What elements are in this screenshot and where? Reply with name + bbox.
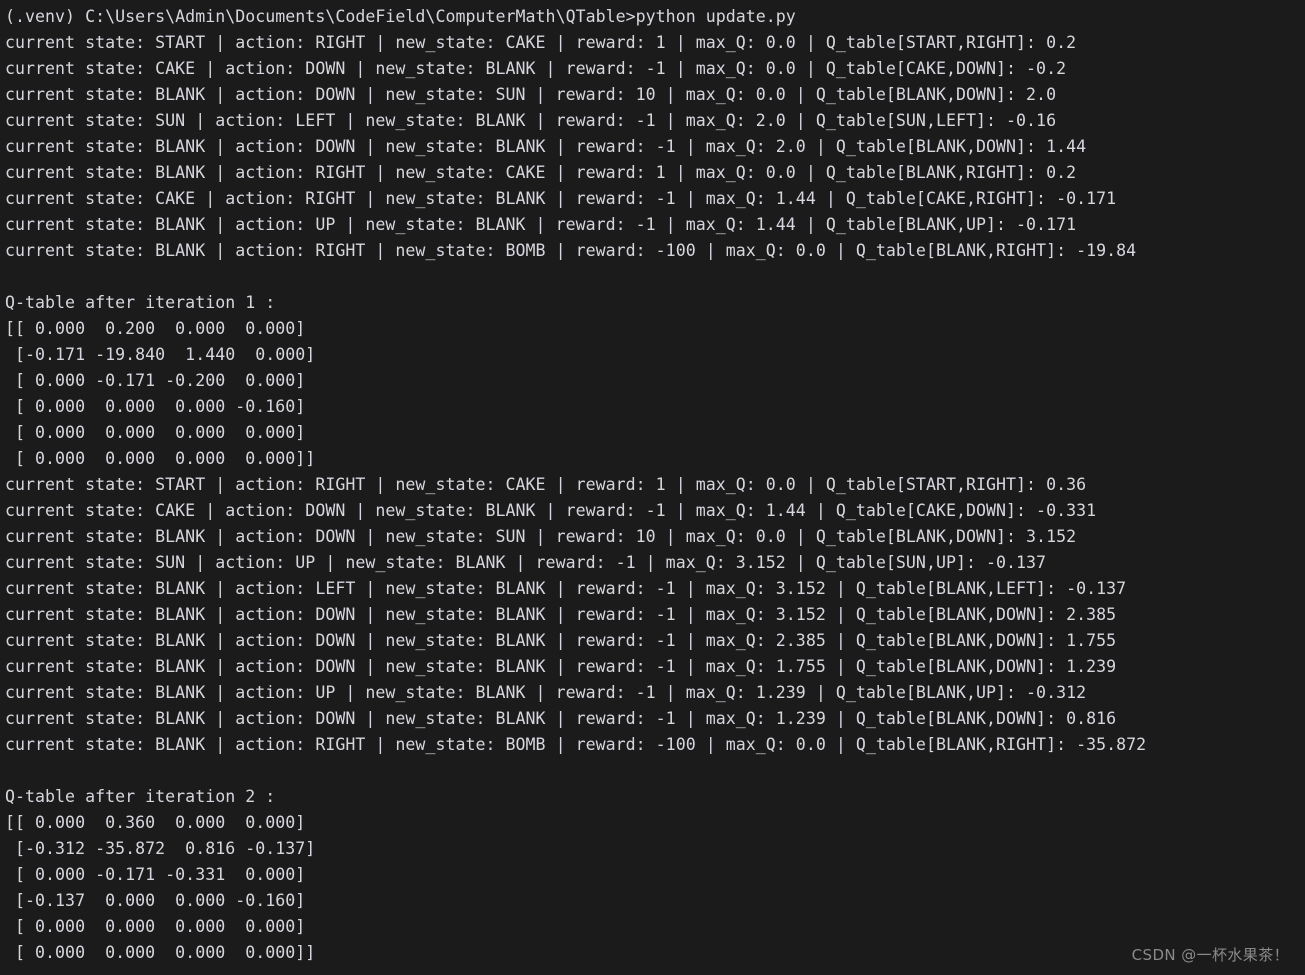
console-line: [ 0.000 -0.171 -0.200 0.000] — [5, 371, 306, 390]
console-line: [ 0.000 0.000 0.000 0.000]] — [5, 943, 316, 962]
console-line: current state: SUN | action: UP | new_st… — [5, 553, 1047, 572]
console-line: current state: CAKE | action: DOWN | new… — [5, 59, 1067, 78]
console-line: [ 0.000 0.000 0.000 0.000] — [5, 423, 306, 442]
console-line: [[ 0.000 0.200 0.000 0.000] — [5, 319, 306, 338]
console-line: [[ 0.000 0.360 0.000 0.000] — [5, 813, 306, 832]
console-line: current state: BLANK | action: DOWN | ne… — [5, 527, 1077, 546]
console-output[interactable]: (.venv) C:\Users\Admin\Documents\CodeFie… — [5, 4, 1305, 966]
console-line: [-0.137 0.000 0.000 -0.160] — [5, 891, 306, 910]
console-line: current state: BLANK | action: DOWN | ne… — [5, 709, 1117, 728]
console-line: [-0.171 -19.840 1.440 0.000] — [5, 345, 316, 364]
console-line: current state: BLANK | action: DOWN | ne… — [5, 605, 1117, 624]
console-line: current state: BLANK | action: UP | new_… — [5, 683, 1087, 702]
console-line: [ 0.000 -0.171 -0.331 0.000] — [5, 865, 306, 884]
console-line: current state: SUN | action: LEFT | new_… — [5, 111, 1057, 130]
console-line: current state: BLANK | action: RIGHT | n… — [5, 735, 1147, 754]
console-line: current state: BLANK | action: UP | new_… — [5, 215, 1077, 234]
console-line: Q-table after iteration 2 : — [5, 787, 276, 806]
console-line: current state: START | action: RIGHT | n… — [5, 33, 1077, 52]
console-line: (.venv) C:\Users\Admin\Documents\CodeFie… — [5, 7, 796, 26]
console-line: [ 0.000 0.000 0.000 0.000] — [5, 917, 306, 936]
console-line: current state: BLANK | action: DOWN | ne… — [5, 85, 1057, 104]
console-line: current state: BLANK | action: RIGHT | n… — [5, 241, 1137, 260]
console-line: current state: BLANK | action: RIGHT | n… — [5, 163, 1077, 182]
console-line: [ 0.000 0.000 0.000 0.000]] — [5, 449, 316, 468]
console-line: [ 0.000 0.000 0.000 -0.160] — [5, 397, 306, 416]
console-line: current state: BLANK | action: DOWN | ne… — [5, 657, 1117, 676]
csdn-watermark: CSDN @一杯水果茶！ — [1131, 946, 1289, 964]
console-line: current state: BLANK | action: DOWN | ne… — [5, 631, 1117, 650]
console-line: current state: CAKE | action: DOWN | new… — [5, 501, 1097, 520]
console-line: current state: BLANK | action: LEFT | ne… — [5, 579, 1127, 598]
console-line: Q-table after iteration 1 : — [5, 293, 276, 312]
terminal-window[interactable]: (.venv) C:\Users\Admin\Documents\CodeFie… — [0, 0, 1305, 975]
console-line: [-0.312 -35.872 0.816 -0.137] — [5, 839, 316, 858]
console-line: current state: BLANK | action: DOWN | ne… — [5, 137, 1087, 156]
console-line: current state: START | action: RIGHT | n… — [5, 475, 1087, 494]
console-line: current state: CAKE | action: RIGHT | ne… — [5, 189, 1117, 208]
